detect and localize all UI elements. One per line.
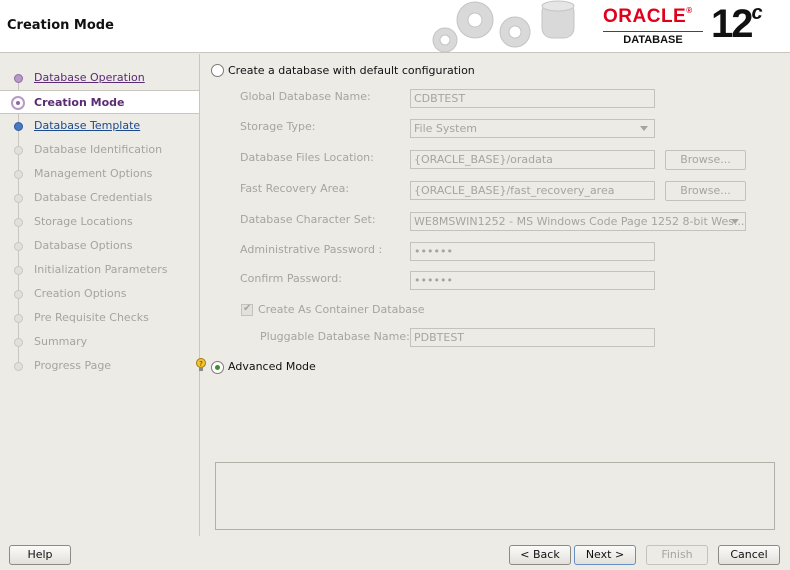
step-dot-icon <box>14 146 23 155</box>
step-dot-icon <box>14 74 23 83</box>
admin-password-label: Administrative Password : <box>240 243 383 256</box>
step-database-template[interactable]: Database Template <box>0 114 199 138</box>
advanced-mode-label[interactable]: Advanced Mode <box>228 360 316 373</box>
gears-graphic-icon <box>432 0 575 53</box>
message-pane <box>215 462 775 530</box>
oracle-database-logo: ORACLE® DATABASE <box>603 6 707 46</box>
step-dot-icon <box>14 170 23 179</box>
default-config-label[interactable]: Create a database with default configura… <box>228 64 475 77</box>
step-database-operation[interactable]: Database Operation <box>0 66 199 90</box>
charset-label: Database Character Set: <box>240 213 376 226</box>
step-dot-icon <box>14 338 23 347</box>
header-banner: Creation Mode ORACLE® DATABASE 12c <box>0 0 790 53</box>
step-management-options: Management Options <box>0 162 199 186</box>
step-database-identification: Database Identification <box>0 138 199 162</box>
container-db-label[interactable]: Create As Container Database <box>258 303 425 316</box>
lightbulb-hint-icon[interactable]: ? <box>196 358 206 372</box>
pluggable-db-field[interactable]: PDBTEST <box>410 328 655 347</box>
step-dot-icon <box>14 266 23 275</box>
global-db-name-label: Global Database Name: <box>240 90 371 103</box>
db-files-location-field[interactable]: {ORACLE_BASE}/oradata <box>410 150 655 169</box>
container-db-checkbox[interactable] <box>241 303 253 316</box>
cancel-button[interactable]: Cancel <box>718 545 780 565</box>
db-files-browse-button[interactable]: Browse... <box>665 150 746 170</box>
db-files-location-label: Database Files Location: <box>240 151 374 164</box>
step-dot-icon <box>14 290 23 299</box>
chevron-down-icon <box>640 126 648 131</box>
fast-recovery-browse-button[interactable]: Browse... <box>665 181 746 201</box>
step-dot-icon <box>14 218 23 227</box>
wizard-steps-sidebar: Database Operation Creation Mode Databas… <box>0 54 200 536</box>
advanced-mode-radio[interactable] <box>211 361 224 374</box>
step-dot-icon <box>14 122 23 131</box>
step-database-options: Database Options <box>0 234 199 258</box>
back-button[interactable]: < Back <box>509 545 571 565</box>
svg-text:?: ? <box>199 360 203 368</box>
step-progress-page: Progress Page <box>0 354 199 378</box>
step-dot-icon <box>14 362 23 371</box>
step-dot-icon <box>14 242 23 251</box>
step-summary: Summary <box>0 330 199 354</box>
fast-recovery-label: Fast Recovery Area: <box>240 182 350 195</box>
charset-select[interactable]: WE8MSWIN1252 - MS Windows Code Page 1252… <box>410 212 746 231</box>
storage-type-select[interactable]: File System <box>410 119 655 138</box>
fast-recovery-field[interactable]: {ORACLE_BASE}/fast_recovery_area <box>410 181 655 200</box>
step-creation-mode[interactable]: Creation Mode <box>0 90 199 114</box>
chevron-down-icon <box>731 219 739 224</box>
step-creation-options: Creation Options <box>0 282 199 306</box>
page-title: Creation Mode <box>7 18 114 33</box>
next-button[interactable]: Next > <box>574 545 636 565</box>
step-dot-icon <box>11 96 25 110</box>
finish-button: Finish <box>646 545 708 565</box>
confirm-password-field[interactable]: •••••• <box>410 271 655 290</box>
version-badge: 12c <box>711 1 763 46</box>
step-storage-locations: Storage Locations <box>0 210 199 234</box>
step-prerequisite-checks: Pre Requisite Checks <box>0 306 199 330</box>
pluggable-db-label: Pluggable Database Name: <box>260 330 410 343</box>
footer-bar: Help < Back Next > Finish Cancel <box>0 536 790 570</box>
step-database-credentials: Database Credentials <box>0 186 199 210</box>
step-dot-icon <box>14 194 23 203</box>
step-dot-icon <box>14 314 23 323</box>
confirm-password-label: Confirm Password: <box>240 272 342 285</box>
step-initialization-parameters: Initialization Parameters <box>0 258 199 282</box>
default-config-radio[interactable] <box>211 64 224 77</box>
global-db-name-field[interactable]: CDBTEST <box>410 89 655 108</box>
storage-type-label: Storage Type: <box>240 120 316 133</box>
help-button[interactable]: Help <box>9 545 71 565</box>
admin-password-field[interactable]: •••••• <box>410 242 655 261</box>
